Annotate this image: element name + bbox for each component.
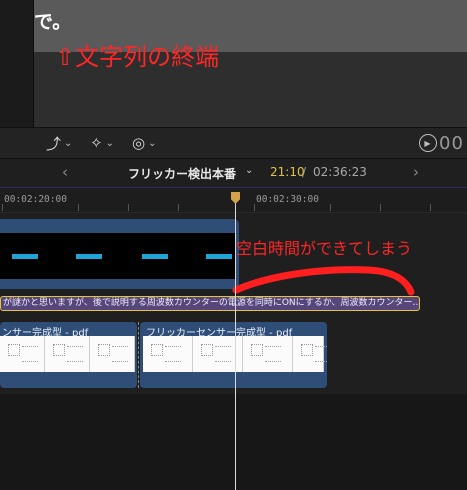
annotation-gap-text: 空白時間ができてしまう	[236, 239, 413, 258]
clip-dash-mark	[76, 254, 102, 259]
caption-track-text: が謎かと思いますが、後で説明する周波数カウンターの電源を同時にONにするか、周波…	[3, 298, 420, 308]
pdf-thumbnail	[143, 336, 193, 372]
edit-point	[138, 322, 140, 388]
transform-tool-button[interactable]: ⤴ ⌄	[46, 132, 72, 154]
pdf-thumbnail	[0, 336, 45, 372]
ruler-tick	[380, 204, 381, 211]
ruler-label: 00:02:30:00	[256, 194, 319, 205]
playhead-line[interactable]	[235, 196, 236, 490]
next-project-button[interactable]: ›	[413, 163, 419, 181]
ruler-tick	[254, 204, 255, 211]
speed-retime-icon: ◎	[132, 134, 146, 152]
ruler-label: 00:02:20:00	[4, 194, 67, 205]
chevron-down-icon[interactable]: ⌄	[245, 165, 253, 176]
pdf-thumbnail	[90, 336, 135, 372]
timecode-display[interactable]: ▶ 00	[419, 132, 464, 154]
previous-project-button[interactable]: ‹	[62, 163, 68, 181]
clip-dash-mark	[12, 254, 38, 259]
total-duration: 02:36:23	[313, 165, 367, 179]
pdf-clip[interactable]: フリッカーセンサー完成型 - pdf	[140, 322, 327, 388]
pdf-thumbnail	[45, 336, 90, 372]
viewer-toolbar: ⤴ ⌄ ✧ ⌄ ◎ ⌄ ▶ 00	[0, 127, 467, 159]
ruler-tick	[78, 204, 79, 211]
chevron-down-icon: ⌄	[105, 137, 114, 149]
project-title[interactable]: フリッカー検出本番	[128, 165, 236, 182]
pdf-filmstrip	[143, 336, 327, 372]
clip-dash-mark	[142, 254, 168, 259]
annotation-string-end: ⇧文字列の終端	[55, 43, 220, 71]
ruler-tick	[430, 204, 431, 211]
viewer-caption-text: で。	[34, 11, 72, 33]
ruler-tick	[330, 204, 331, 211]
magic-wand-icon: ✧	[90, 134, 103, 152]
pdf-filmstrip	[0, 336, 135, 372]
pdf-thumbnail	[243, 336, 293, 372]
chevron-down-icon: ⌄	[64, 137, 73, 149]
current-timecode: 21:10	[270, 165, 305, 179]
crop-transform-icon: ⤴	[46, 134, 62, 153]
pdf-thumbnail	[293, 336, 327, 372]
retime-tool-button[interactable]: ◎ ⌄	[132, 132, 156, 154]
timeline-empty-area	[0, 394, 467, 490]
caption-track-clip[interactable]: が謎かと思いますが、後で説明する周波数カウンターの電源を同時にONにするか、周波…	[0, 296, 420, 311]
ruler-tick	[2, 204, 3, 211]
timecode-value: 00	[439, 132, 464, 154]
left-panel	[0, 0, 34, 127]
timecode-separator: /	[302, 165, 307, 179]
ruler-tick	[128, 204, 129, 211]
chevron-down-icon: ⌄	[148, 137, 157, 149]
timeline-header: ‹ フリッカー検出本番 ⌄ 21:10 / 02:36:23 ›	[0, 159, 467, 188]
play-icon: ▶	[419, 134, 437, 152]
ruler-tick	[178, 204, 179, 211]
enhance-tool-button[interactable]: ✧ ⌄	[90, 132, 114, 154]
pdf-clip[interactable]: ンサー完成型 - pdf	[0, 322, 137, 388]
